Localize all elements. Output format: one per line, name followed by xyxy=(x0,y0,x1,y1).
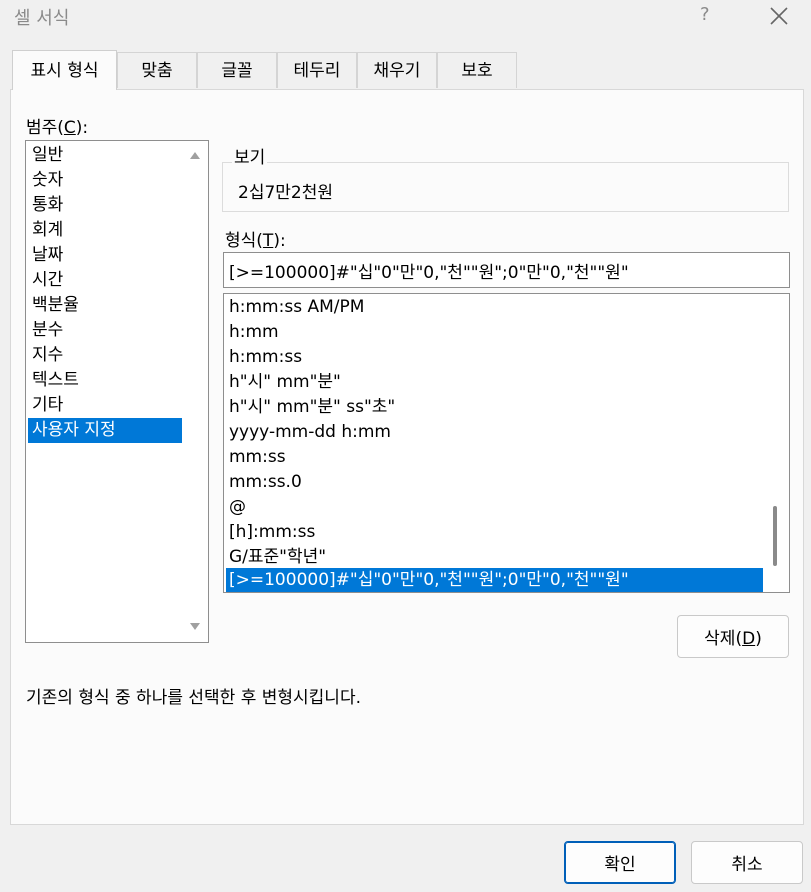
format-item-selected[interactable]: [>=100000]#"십"0"만"0,"천""원";0"만"0,"천""원" xyxy=(226,568,763,592)
format-item[interactable]: @ xyxy=(226,495,763,520)
format-label: 형식(T): xyxy=(225,231,286,251)
preview-value: 2십7만2천원 xyxy=(238,183,334,203)
category-item-text[interactable]: 텍스트 xyxy=(28,368,182,393)
format-item[interactable]: h:mm xyxy=(226,320,763,345)
ok-button[interactable]: 확인 xyxy=(564,841,676,884)
category-item-scientific[interactable]: 지수 xyxy=(28,343,182,368)
category-label: 범주(C): xyxy=(26,118,89,138)
tab-font[interactable]: 글꼴 xyxy=(197,52,277,88)
category-item-currency[interactable]: 통화 xyxy=(28,193,182,218)
category-item-accounting[interactable]: 회계 xyxy=(28,218,182,243)
close-button[interactable] xyxy=(766,4,792,28)
category-item-percentage[interactable]: 백분율 xyxy=(28,293,182,318)
tab-alignment[interactable]: 맞춤 xyxy=(117,52,197,88)
format-item[interactable]: h:mm:ss xyxy=(226,345,763,370)
format-item[interactable]: mm:ss xyxy=(226,445,763,470)
format-list-scrollbar-thumb[interactable] xyxy=(773,506,777,566)
preview-label: 보기 xyxy=(232,143,268,168)
format-item[interactable]: h"시" mm"분" xyxy=(226,370,763,395)
format-item[interactable]: h:mm:ss AM/PM xyxy=(226,295,763,320)
tab-number-format[interactable]: 표시 형식 xyxy=(12,50,117,90)
tab-fill[interactable]: 채우기 xyxy=(357,52,437,88)
cancel-button[interactable]: 취소 xyxy=(691,841,803,884)
format-item[interactable]: [h]:mm:ss xyxy=(226,520,763,545)
category-item-general[interactable]: 일반 xyxy=(28,143,182,168)
format-item[interactable]: h"시" mm"분" ss"초" xyxy=(226,395,763,420)
format-item[interactable]: G/표준"학년" xyxy=(226,545,763,570)
category-item-custom[interactable]: 사용자 지정 xyxy=(28,418,182,443)
description-text: 기존의 형식 중 하나를 선택한 후 변형시킵니다. xyxy=(26,688,361,708)
category-item-special[interactable]: 기타 xyxy=(28,393,182,418)
close-icon xyxy=(770,7,788,25)
category-item-time[interactable]: 시간 xyxy=(28,268,182,293)
scroll-up-icon[interactable] xyxy=(188,149,202,161)
delete-button[interactable]: 삭제(D) xyxy=(677,615,789,658)
title-bar: 셀 서식 ? xyxy=(0,0,811,36)
format-list[interactable]: h:mm:ss AM/PM h:mm h:mm:ss h"시" mm"분" h"… xyxy=(223,293,790,593)
help-button[interactable]: ? xyxy=(700,4,710,25)
format-item[interactable]: mm:ss.0 xyxy=(226,470,763,495)
category-list[interactable]: 일반 숫자 통화 회계 날짜 시간 백분율 분수 지수 텍스트 기타 사용자 지… xyxy=(25,140,209,643)
tab-border[interactable]: 테두리 xyxy=(277,52,357,88)
format-input[interactable] xyxy=(223,252,790,288)
category-item-date[interactable]: 날짜 xyxy=(28,243,182,268)
format-item[interactable]: yyyy-mm-dd h:mm xyxy=(226,420,763,445)
tab-protection[interactable]: 보호 xyxy=(437,52,517,88)
category-item-fraction[interactable]: 분수 xyxy=(28,318,182,343)
scroll-down-icon[interactable] xyxy=(188,621,202,633)
category-item-number[interactable]: 숫자 xyxy=(28,168,182,193)
dialog-title: 셀 서식 xyxy=(14,8,70,29)
